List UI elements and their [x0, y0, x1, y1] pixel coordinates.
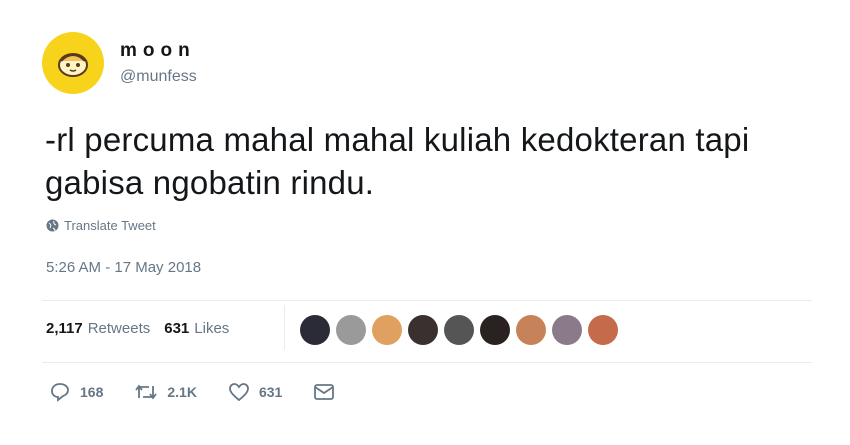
- tweet-header: moon @munfess: [42, 32, 197, 94]
- liker-avatar[interactable]: [372, 315, 402, 345]
- direct-message-button[interactable]: [314, 384, 344, 400]
- reply-count: 168: [80, 384, 104, 400]
- envelope-icon: [314, 384, 335, 400]
- retweets-count: 2,117: [46, 320, 83, 337]
- action-bar: 168 2.1K 631: [50, 382, 376, 402]
- divider-bottom: [42, 362, 812, 363]
- retweet-button[interactable]: 2.1K: [135, 383, 197, 401]
- liker-avatar[interactable]: [336, 315, 366, 345]
- egg-avatar-icon: [58, 53, 88, 77]
- stats-separator: [284, 305, 285, 350]
- liker-avatar[interactable]: [480, 315, 510, 345]
- avatar[interactable]: [42, 32, 104, 94]
- liker-avatar[interactable]: [444, 315, 474, 345]
- like-button[interactable]: 631: [229, 383, 282, 401]
- reply-icon: [51, 383, 69, 402]
- globe-icon: [46, 219, 59, 232]
- likes-count: 631: [164, 320, 190, 337]
- user-handle[interactable]: @munfess: [120, 68, 197, 86]
- divider-top: [42, 300, 812, 301]
- liker-avatar[interactable]: [516, 315, 546, 345]
- tweet-text: -rl percuma mahal mahal kuliah kedoktera…: [45, 121, 750, 201]
- likes-label: Likes: [194, 320, 230, 337]
- user-names: moon @munfess: [120, 40, 197, 86]
- retweets-label: Retweets: [87, 320, 151, 337]
- display-name[interactable]: moon: [120, 40, 197, 62]
- translate-label[interactable]: Translate Tweet: [64, 218, 156, 233]
- liker-avatars: [300, 315, 624, 345]
- likes-stat[interactable]: 631 Likes: [164, 320, 229, 337]
- retweets-stat[interactable]: 2,117 Retweets: [46, 320, 150, 337]
- retweet-icon: [135, 384, 158, 400]
- like-count: 631: [258, 384, 283, 400]
- translate-tweet-link[interactable]: Translate Tweet: [46, 218, 156, 233]
- tweet-stats: 2,117 Retweets 631 Likes: [46, 320, 229, 337]
- liker-avatar[interactable]: [588, 315, 618, 345]
- reply-button[interactable]: 168: [50, 382, 103, 402]
- tweet-timestamp[interactable]: 5:26 AM - 17 May 2018: [46, 259, 201, 276]
- retweet-count: 2.1K: [167, 384, 197, 400]
- liker-avatar[interactable]: [552, 315, 582, 345]
- heart-icon: [229, 383, 249, 401]
- liker-avatar[interactable]: [408, 315, 438, 345]
- liker-avatar[interactable]: [300, 315, 330, 345]
